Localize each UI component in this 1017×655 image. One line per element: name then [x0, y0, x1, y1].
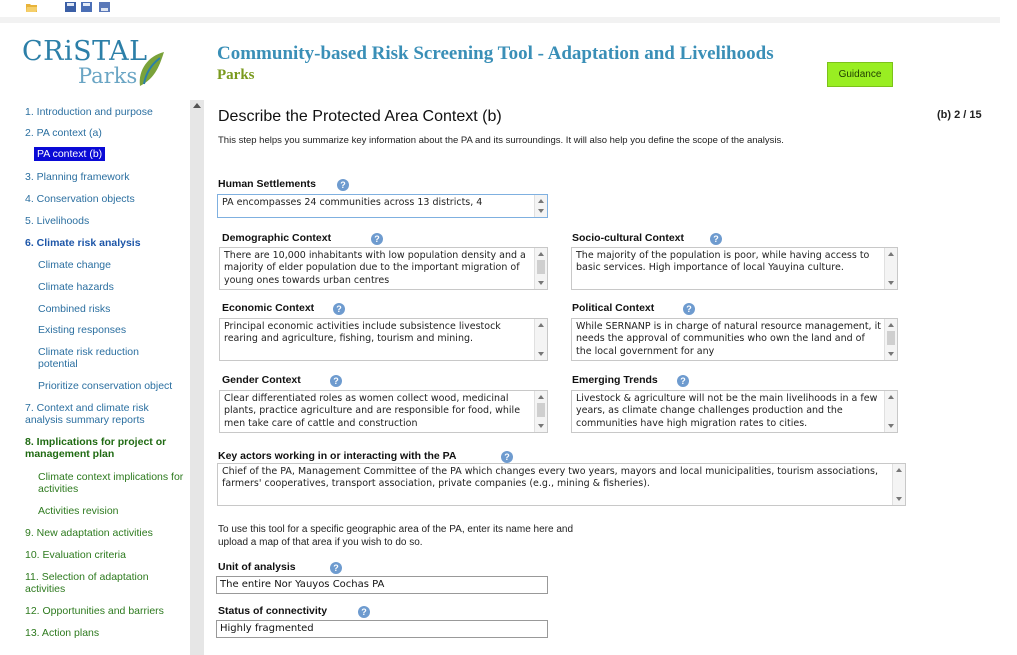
sociocultural-value: The majority of the population is poor, … [576, 250, 870, 274]
sidebar-item-pa-context-a[interactable]: 2. PA context (a) [25, 127, 102, 139]
economic-label: Economic Context [222, 302, 315, 314]
sidebar-item-climate-risk-analysis[interactable]: 6. Climate risk analysis [25, 237, 141, 249]
print-icon[interactable] [99, 2, 110, 12]
key-actors-value: Chief of the PA, Management Committee of… [222, 466, 878, 490]
info-icon[interactable]: ? [683, 303, 695, 315]
textarea-scrollbar[interactable] [884, 391, 897, 432]
emerging-trends-label: Emerging Trends [572, 374, 658, 386]
info-icon[interactable]: ? [337, 179, 349, 191]
sidebar-item-conservation-objects[interactable]: 4. Conservation objects [25, 193, 135, 205]
demographic-label: Demographic Context [222, 232, 332, 244]
sidebar-item-introduction[interactable]: 1. Introduction and purpose [25, 106, 153, 118]
sidebar-item-evaluation-criteria[interactable]: 10. Evaluation criteria [25, 549, 126, 561]
gender-textarea[interactable]: Clear differentiated roles as women coll… [219, 390, 548, 433]
info-icon[interactable]: ? [330, 375, 342, 387]
sidebar-item-implications[interactable]: 8. Implications for project or managemen… [25, 436, 185, 460]
political-value: While SERNANP is in charge of natural re… [576, 321, 881, 357]
key-actors-label: Key actors working in or interacting wit… [218, 450, 457, 462]
emerging-trends-value: Livestock & agriculture will not be the … [576, 393, 878, 429]
info-icon[interactable]: ? [501, 451, 513, 463]
unit-of-analysis-label: Unit of analysis [218, 561, 296, 573]
gender-label: Gender Context [222, 374, 301, 386]
human-settlements-value: PA encompasses 24 communities across 13 … [222, 197, 483, 208]
sidebar-item-opportunities-barriers[interactable]: 12. Opportunities and barriers [25, 605, 164, 617]
toolbar [0, 0, 1017, 24]
sidebar-item-new-adaptation[interactable]: 9. New adaptation activities [25, 527, 153, 539]
sidebar-item-pa-context-b[interactable]: PA context (b) [34, 147, 106, 161]
sidebar-item-climate-change[interactable]: Climate change [38, 259, 111, 271]
connectivity-value: Highly fragmented [220, 623, 314, 634]
cristal-parks-logo: CRiSTAL Parks [20, 34, 170, 90]
sidebar-item-prioritize-conservation[interactable]: Prioritize conservation object [38, 380, 172, 392]
textarea-scrollbar[interactable] [884, 248, 897, 289]
human-settlements-input[interactable]: PA encompasses 24 communities across 13 … [217, 194, 548, 218]
page-title: Describe the Protected Area Context (b) [218, 108, 502, 125]
sidebar-item-existing-responses[interactable]: Existing responses [38, 324, 126, 336]
unit-of-analysis-input[interactable]: The entire Nor Yauyos Cochas PA [216, 576, 548, 594]
sidebar-item-action-plans[interactable]: 13. Action plans [25, 627, 99, 639]
sociocultural-textarea[interactable]: The majority of the population is poor, … [571, 247, 898, 290]
scope-note: To use this tool for a specific geograph… [218, 524, 574, 548]
sidebar-item-climate-risk-reduction[interactable]: Climate risk reduction potential [38, 346, 158, 370]
info-icon[interactable]: ? [333, 303, 345, 315]
unit-of-analysis-value: The entire Nor Yauyos Cochas PA [220, 579, 385, 590]
political-label: Political Context [572, 302, 655, 314]
logo-line2: Parks [78, 64, 138, 88]
step-counter: (b) 2 / 15 [937, 109, 982, 121]
sidebar-scrollbar[interactable] [190, 100, 204, 655]
sidebar-item-climate-context-implications[interactable]: Climate context implications for activit… [38, 471, 188, 495]
app-title: Community-based Risk Screening Tool - Ad… [217, 43, 774, 64]
scroll-up-icon[interactable] [193, 103, 201, 108]
info-icon[interactable]: ? [677, 375, 689, 387]
human-settlements-label: Human Settlements [218, 178, 317, 190]
info-icon[interactable]: ? [710, 233, 722, 245]
demographic-textarea[interactable]: There are 10,000 inhabitants with low po… [219, 247, 548, 290]
textarea-scrollbar[interactable] [534, 195, 547, 217]
textarea-scrollbar[interactable] [534, 248, 547, 289]
sidebar-item-livelihoods[interactable]: 5. Livelihoods [25, 215, 89, 227]
economic-textarea[interactable]: Principal economic activities include su… [219, 318, 548, 361]
app-subtitle: Parks [217, 67, 255, 83]
sidebar-item-combined-risks[interactable]: Combined risks [38, 303, 110, 315]
demographic-value: There are 10,000 inhabitants with low po… [224, 250, 526, 286]
textarea-scrollbar[interactable] [534, 319, 547, 360]
info-icon[interactable]: ? [330, 562, 342, 574]
economic-value: Principal economic activities include su… [224, 321, 501, 345]
open-folder-icon[interactable] [26, 2, 37, 12]
info-icon[interactable]: ? [371, 233, 383, 245]
gender-value: Clear differentiated roles as women coll… [224, 393, 521, 429]
intro-text: This step helps you summarize key inform… [218, 135, 784, 146]
textarea-scrollbar[interactable] [534, 391, 547, 432]
textarea-scrollbar[interactable] [892, 464, 905, 505]
sidebar-nav: 1. Introduction and purpose 2. PA contex… [0, 100, 204, 655]
political-textarea[interactable]: While SERNANP is in charge of natural re… [571, 318, 898, 361]
key-actors-textarea[interactable]: Chief of the PA, Management Committee of… [217, 463, 906, 506]
save-icon[interactable] [65, 2, 76, 12]
info-icon[interactable]: ? [358, 606, 370, 618]
sidebar-item-activities-revision[interactable]: Activities revision [38, 505, 119, 517]
connectivity-label: Status of connectivity [218, 605, 328, 617]
sociocultural-label: Socio-cultural Context [572, 232, 685, 244]
logo-line1: CRiSTAL [22, 36, 148, 67]
textarea-scrollbar[interactable] [884, 319, 897, 360]
sidebar-item-summary-reports[interactable]: 7. Context and climate risk analysis sum… [25, 402, 175, 426]
guidance-button[interactable]: Guidance [827, 62, 893, 87]
emerging-trends-textarea[interactable]: Livestock & agriculture will not be the … [571, 390, 898, 433]
save-all-icon[interactable] [81, 2, 92, 12]
toolbar-divider [0, 17, 1000, 23]
connectivity-input[interactable]: Highly fragmented [216, 620, 548, 638]
sidebar-item-planning-framework[interactable]: 3. Planning framework [25, 171, 129, 183]
leaf-logo-icon [139, 52, 164, 86]
sidebar-item-climate-hazards[interactable]: Climate hazards [38, 281, 114, 293]
sidebar-item-selection-adaptation[interactable]: 11. Selection of adaptation activities [25, 571, 175, 595]
